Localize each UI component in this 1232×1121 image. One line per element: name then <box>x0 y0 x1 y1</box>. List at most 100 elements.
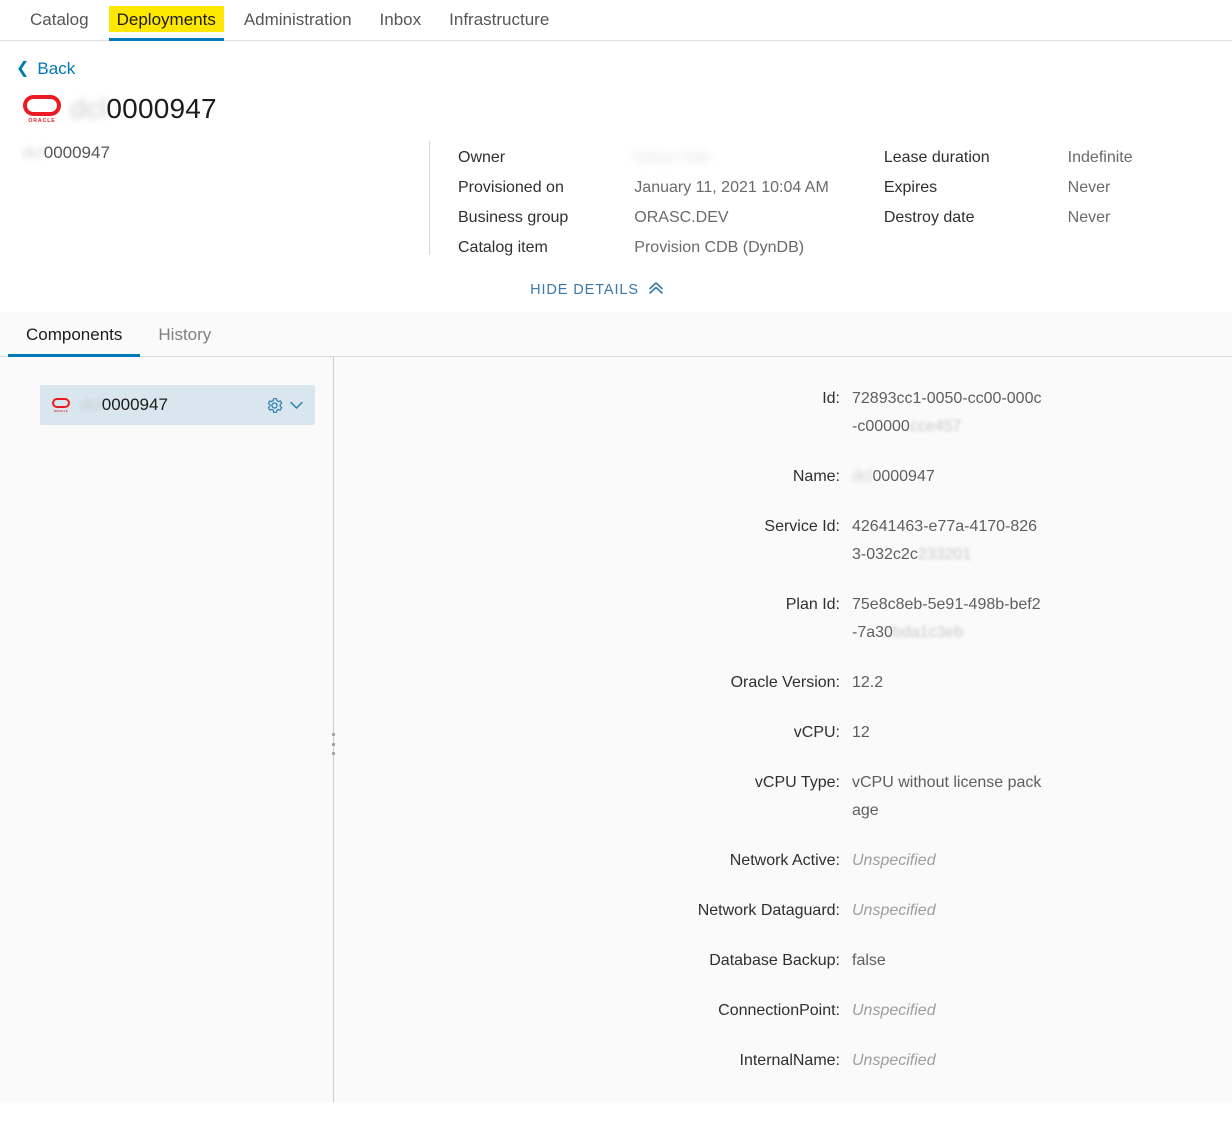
property-row: InternalName: Unspecified <box>334 1047 1232 1075</box>
summary-label-catalog-item: Catalog item <box>458 239 548 256</box>
property-row: Oracle Version: 12.2 <box>334 669 1232 697</box>
page-title: dcl0000947 <box>70 93 217 125</box>
nav-item-inbox[interactable]: Inbox <box>366 0 436 40</box>
oracle-logo-icon: ORACLE <box>50 396 72 414</box>
deployment-summary: dcl0000947 Owner Erkan Onk Provisioned o… <box>0 125 1232 263</box>
property-value-id: 72893cc1-0050-cc00-000c-c00000cce457 <box>852 390 1042 435</box>
chevron-left-icon: ❮ <box>16 60 30 77</box>
property-value-name-redacted-prefix: dcl <box>852 468 873 485</box>
nav-item-administration[interactable]: Administration <box>230 0 366 40</box>
property-label-vcpu: vCPU: <box>793 724 840 741</box>
property-row: Service Id: 42641463-e77a-4170-8263-032c… <box>334 513 1232 569</box>
tab-components[interactable]: Components <box>8 325 141 357</box>
hide-details-label: HIDE DETAILS <box>530 281 639 298</box>
property-row: Plan Id: 75e8c8eb-5e91-498b-bef2-7a30bda… <box>334 591 1232 647</box>
property-label-plan-id: Plan Id: <box>785 596 840 613</box>
back-bar: ❮ Back <box>0 41 1232 79</box>
property-label-vcpu-type: vCPU Type: <box>754 774 840 791</box>
pane-resize-handle[interactable] <box>329 733 337 755</box>
nav-item-infrastructure[interactable]: Infrastructure <box>435 0 563 40</box>
summary-label-owner: Owner <box>458 149 506 166</box>
property-value-oracle-version: 12.2 <box>852 674 884 691</box>
property-label-database-backup: Database Backup: <box>709 952 840 969</box>
back-button[interactable]: ❮ Back <box>16 59 75 79</box>
nav-item-label: Catalog <box>30 10 89 29</box>
property-value-internal-name: Unspecified <box>852 1052 936 1069</box>
property-label-id: Id: <box>822 390 840 407</box>
property-label-internal-name: InternalName: <box>739 1052 841 1069</box>
summary-label-lease-duration: Lease duration <box>883 149 990 166</box>
property-label-service-id: Service Id: <box>764 518 840 535</box>
property-label-connection-point: ConnectionPoint: <box>718 1002 840 1019</box>
component-properties-pane: Id: 72893cc1-0050-cc00-000c-c00000cce457… <box>334 357 1232 1102</box>
tab-history[interactable]: History <box>140 325 229 356</box>
property-value-service-id-redacted-tail: 233201 <box>917 546 972 563</box>
property-value-database-backup: false <box>852 952 886 969</box>
property-row: vCPU Type: vCPU without license package <box>334 769 1232 825</box>
property-value-vcpu-type: vCPU without license package <box>852 774 1042 819</box>
summary-label-provisioned-on: Provisioned on <box>458 179 564 196</box>
chevron-down-icon[interactable] <box>290 399 303 412</box>
double-chevron-up-icon <box>648 281 664 298</box>
tab-label: History <box>158 325 212 344</box>
summary-label-business-group: Business group <box>458 209 569 226</box>
summary-value-destroy-date: Never <box>1067 209 1111 226</box>
gear-icon[interactable] <box>265 396 284 415</box>
nav-item-label: Infrastructure <box>449 10 550 29</box>
summary-value-expires: Never <box>1067 179 1111 196</box>
tab-label: Components <box>26 325 123 344</box>
nav-item-label: Deployments <box>116 10 216 29</box>
deployment-details-page: Catalog Deployments Administration Inbox… <box>0 0 1232 1121</box>
nav-active-underline <box>108 38 224 41</box>
component-actions <box>265 396 303 415</box>
property-value-name: dcl0000947 <box>852 468 935 485</box>
summary-divider <box>429 141 430 255</box>
components-split-view: ORACLE dcl0000947 Id: 72893cc1-0050-cc00… <box>0 357 1232 1102</box>
oracle-logo-wordmark: ORACLE <box>28 117 56 124</box>
hide-details-button[interactable]: HIDE DETAILS <box>530 281 664 298</box>
summary-value-catalog-item: Provision CDB (DynDB) <box>634 239 805 256</box>
property-value-id-redacted-tail: cce457 <box>909 418 962 435</box>
component-list-item[interactable]: ORACLE dcl0000947 <box>40 385 315 425</box>
summary-value-business-group: ORASC.DEV <box>634 209 729 226</box>
oracle-logo-wordmark: ORACLE <box>53 408 69 413</box>
property-row: Database Backup: false <box>334 947 1232 975</box>
component-name: dcl0000947 <box>80 395 265 415</box>
summary-label-expires: Expires <box>883 179 938 196</box>
deployment-name-prefix-redacted: dcl <box>22 143 44 162</box>
page-title-prefix-redacted: dcl <box>70 93 107 124</box>
main-navigation: Catalog Deployments Administration Inbox… <box>0 0 1232 41</box>
page-title-row: ORACLE dcl0000947 <box>0 79 1232 125</box>
nav-item-deployments[interactable]: Deployments <box>103 0 230 41</box>
component-name-prefix-redacted: dcl <box>80 395 102 414</box>
summary-value-owner: Erkan Onk <box>634 149 710 166</box>
property-value-network-active: Unspecified <box>852 852 936 869</box>
content-tabs: Components History <box>0 312 1232 357</box>
property-row: Id: 72893cc1-0050-cc00-000c-c00000cce457 <box>334 385 1232 441</box>
property-value-vcpu: 12 <box>852 724 870 741</box>
property-row: vCPU: 12 <box>334 719 1232 747</box>
nav-item-label: Inbox <box>379 10 422 29</box>
property-value-plan-id-redacted-tail: bda1c3eb <box>892 624 964 641</box>
deployment-name-suffix: 0000947 <box>43 143 110 162</box>
property-row: Network Active: Unspecified <box>334 847 1232 875</box>
property-value-network-dataguard: Unspecified <box>852 902 936 919</box>
property-row: ConnectionPoint: Unspecified <box>334 997 1232 1025</box>
property-label-oracle-version: Oracle Version: <box>730 674 840 691</box>
property-value-connection-point: Unspecified <box>852 1002 936 1019</box>
summary-label-destroy-date: Destroy date <box>883 209 975 226</box>
hide-details-row: HIDE DETAILS <box>0 263 1232 312</box>
property-row: Name: dcl0000947 <box>334 463 1232 491</box>
property-value-plan-id: 75e8c8eb-5e91-498b-bef2-7a30bda1c3eb <box>852 596 1041 641</box>
deployment-name: dcl0000947 <box>0 143 429 263</box>
back-label: Back <box>37 59 76 78</box>
oracle-logo-icon: ORACLE <box>20 92 64 126</box>
property-label-network-dataguard: Network Dataguard: <box>697 902 840 919</box>
summary-column-right: Lease duration Indefinite Expires Never … <box>829 143 1133 263</box>
summary-value-provisioned-on: January 11, 2021 10:04 AM <box>634 179 829 196</box>
components-list-pane: ORACLE dcl0000947 <box>0 357 337 1102</box>
nav-item-catalog[interactable]: Catalog <box>16 0 103 40</box>
page-title-suffix: 0000947 <box>106 93 217 124</box>
property-label-network-active: Network Active: <box>729 852 840 869</box>
summary-column-left: Owner Erkan Onk Provisioned on January 1… <box>429 143 829 263</box>
